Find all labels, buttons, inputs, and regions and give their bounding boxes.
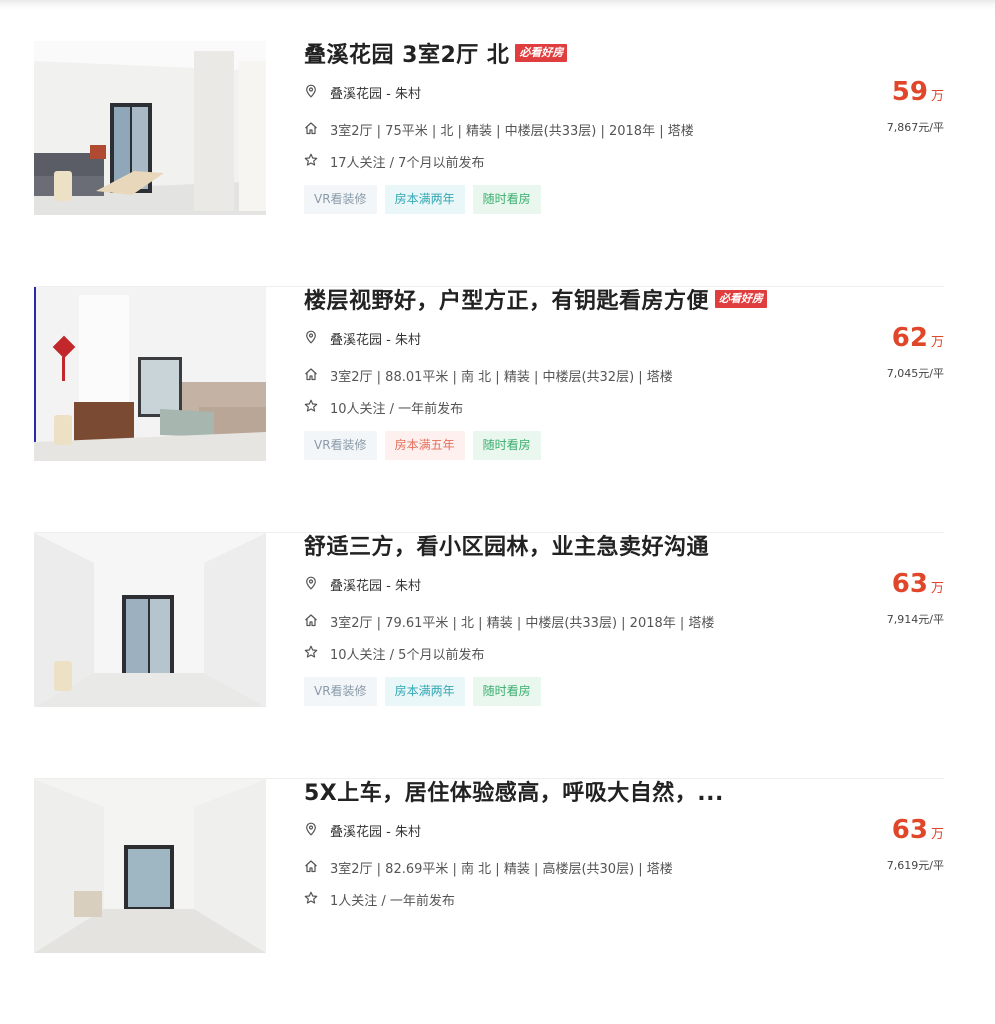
feature-tag[interactable]: 房本满五年 bbox=[384, 431, 465, 460]
follow-row: 10人关注 / 一年前发布 bbox=[304, 398, 463, 417]
feature-tag[interactable]: 随时看房 bbox=[472, 185, 541, 214]
feature-tag[interactable]: 随时看房 bbox=[472, 677, 541, 706]
house-details-row: 3室2厅 | 75平米 | 北 | 精装 | 中楼层(共33层) | 2018年… bbox=[304, 120, 694, 139]
follow-row: 1人关注 / 一年前发布 bbox=[304, 890, 455, 909]
community-row: 叠溪花园 - 朱村 bbox=[304, 329, 421, 348]
feature-tag[interactable]: 随时看房 bbox=[472, 431, 541, 460]
follow-info: 1人关注 / 一年前发布 bbox=[330, 894, 455, 909]
listing-photo[interactable] bbox=[34, 287, 266, 461]
feature-tag[interactable]: VR看装修 bbox=[304, 677, 377, 706]
total-price-value: 63 bbox=[891, 569, 928, 599]
house-icon bbox=[304, 367, 330, 385]
listing-title[interactable]: 楼层视野好，户型方正，有钥匙看房方便 bbox=[304, 283, 709, 315]
unit-price: 7,045元/平 bbox=[886, 367, 944, 380]
house-details: 3室2厅 | 79.61平米 | 北 | 精装 | 中楼层(共33层) | 20… bbox=[330, 616, 715, 631]
total-price: 63 万 bbox=[887, 569, 944, 604]
community-link[interactable]: 叠溪花园 - 朱村 bbox=[330, 329, 421, 348]
house-details: 3室2厅 | 88.01平米 | 南 北 | 精装 | 中楼层(共32层) | … bbox=[330, 370, 673, 385]
listing-info: 叠溪花园 3室2厅 北 必看好房 叠溪花园 - 朱村 3室2厅 | 75平米 |… bbox=[304, 41, 844, 214]
community-link[interactable]: 叠溪花园 - 朱村 bbox=[330, 575, 421, 594]
listing-photo[interactable] bbox=[34, 779, 266, 953]
total-price: 63 万 bbox=[887, 815, 944, 850]
community-row: 叠溪花园 - 朱村 bbox=[304, 575, 421, 594]
unit-price: 7,914元/平 bbox=[886, 613, 944, 626]
total-price-value: 63 bbox=[891, 815, 928, 845]
top-divider bbox=[0, 0, 995, 10]
unit-price: 7,867元/平 bbox=[886, 121, 944, 134]
community-row: 叠溪花园 - 朱村 bbox=[304, 83, 421, 102]
listing-title[interactable]: 叠溪花园 3室2厅 北 bbox=[304, 37, 509, 69]
house-icon bbox=[304, 859, 330, 877]
listing-photo[interactable] bbox=[34, 533, 266, 707]
tag-list: VR看装修 房本满两年 随时看房 bbox=[304, 185, 541, 214]
total-price-value: 59 bbox=[891, 77, 928, 107]
house-details-row: 3室2厅 | 88.01平米 | 南 北 | 精装 | 中楼层(共32层) | … bbox=[304, 366, 673, 385]
feature-tag[interactable]: VR看装修 bbox=[304, 185, 377, 214]
tag-list: VR看装修 房本满五年 随时看房 bbox=[304, 431, 541, 460]
price-block: 63 万 7,619元/平 bbox=[887, 815, 944, 873]
follow-row: 10人关注 / 5个月以前发布 bbox=[304, 644, 484, 663]
location-pin-icon bbox=[304, 822, 330, 840]
community-link[interactable]: 叠溪花园 - 朱村 bbox=[330, 821, 421, 840]
must-see-badge: 必看好房 bbox=[715, 290, 768, 308]
total-price-unit: 万 bbox=[930, 581, 944, 596]
must-see-badge: 必看好房 bbox=[515, 44, 568, 62]
follow-info: 10人关注 / 5个月以前发布 bbox=[330, 648, 485, 663]
location-pin-icon bbox=[304, 576, 330, 594]
listing-item: 舒适三方，看小区园林，业主急卖好沟通 叠溪花园 - 朱村 3室2厅 | 79.6… bbox=[34, 533, 944, 779]
house-details-row: 3室2厅 | 79.61平米 | 北 | 精装 | 中楼层(共33层) | 20… bbox=[304, 612, 714, 631]
feature-tag[interactable]: 房本满两年 bbox=[384, 185, 465, 214]
total-price-unit: 万 bbox=[930, 89, 944, 104]
listing-info: 舒适三方，看小区园林，业主急卖好沟通 叠溪花园 - 朱村 3室2厅 | 79.6… bbox=[304, 533, 844, 706]
feature-tag[interactable]: 房本满两年 bbox=[384, 677, 465, 706]
house-details-row: 3室2厅 | 82.69平米 | 南 北 | 精装 | 高楼层(共30层) | … bbox=[304, 858, 673, 877]
price-block: 59 万 7,867元/平 bbox=[887, 77, 944, 135]
total-price-unit: 万 bbox=[930, 827, 944, 842]
house-icon bbox=[304, 121, 330, 139]
follow-row: 17人关注 / 7个月以前发布 bbox=[304, 152, 484, 171]
location-pin-icon bbox=[304, 84, 330, 102]
star-icon[interactable] bbox=[304, 645, 330, 663]
house-icon bbox=[304, 613, 330, 631]
listing-title[interactable]: 舒适三方，看小区园林，业主急卖好沟通 bbox=[304, 529, 709, 561]
listing-item: 叠溪花园 3室2厅 北 必看好房 叠溪花园 - 朱村 3室2厅 | 75平米 |… bbox=[34, 41, 944, 287]
location-pin-icon bbox=[304, 330, 330, 348]
listing-item: 楼层视野好，户型方正，有钥匙看房方便 必看好房 叠溪花园 - 朱村 3室2厅 |… bbox=[34, 287, 944, 533]
house-details: 3室2厅 | 82.69平米 | 南 北 | 精装 | 高楼层(共30层) | … bbox=[330, 862, 673, 877]
star-icon[interactable] bbox=[304, 891, 330, 909]
unit-price: 7,619元/平 bbox=[886, 859, 944, 872]
listing-info: 楼层视野好，户型方正，有钥匙看房方便 必看好房 叠溪花园 - 朱村 3室2厅 |… bbox=[304, 287, 844, 460]
listing-title[interactable]: 5X上车，居住体验感高，呼吸大自然，... bbox=[304, 775, 724, 807]
star-icon[interactable] bbox=[304, 399, 330, 417]
price-block: 62 万 7,045元/平 bbox=[887, 323, 944, 381]
community-row: 叠溪花园 - 朱村 bbox=[304, 821, 421, 840]
total-price: 59 万 bbox=[887, 77, 944, 112]
total-price-value: 62 bbox=[891, 323, 928, 353]
total-price: 62 万 bbox=[887, 323, 944, 358]
follow-info: 10人关注 / 一年前发布 bbox=[330, 402, 464, 417]
listing-list: 叠溪花园 3室2厅 北 必看好房 叠溪花园 - 朱村 3室2厅 | 75平米 |… bbox=[34, 41, 944, 1024]
tag-list: VR看装修 房本满两年 随时看房 bbox=[304, 677, 541, 706]
total-price-unit: 万 bbox=[930, 335, 944, 350]
house-details: 3室2厅 | 75平米 | 北 | 精装 | 中楼层(共33层) | 2018年… bbox=[330, 124, 694, 139]
listing-info: 5X上车，居住体验感高，呼吸大自然，... 叠溪花园 - 朱村 3室2厅 | 8… bbox=[304, 779, 844, 909]
community-link[interactable]: 叠溪花园 - 朱村 bbox=[330, 83, 421, 102]
follow-info: 17人关注 / 7个月以前发布 bbox=[330, 156, 485, 171]
price-block: 63 万 7,914元/平 bbox=[887, 569, 944, 627]
star-icon[interactable] bbox=[304, 153, 330, 171]
listing-item: 5X上车，居住体验感高，呼吸大自然，... 叠溪花园 - 朱村 3室2厅 | 8… bbox=[34, 779, 944, 1024]
listing-photo[interactable] bbox=[34, 41, 266, 215]
feature-tag[interactable]: VR看装修 bbox=[304, 431, 377, 460]
